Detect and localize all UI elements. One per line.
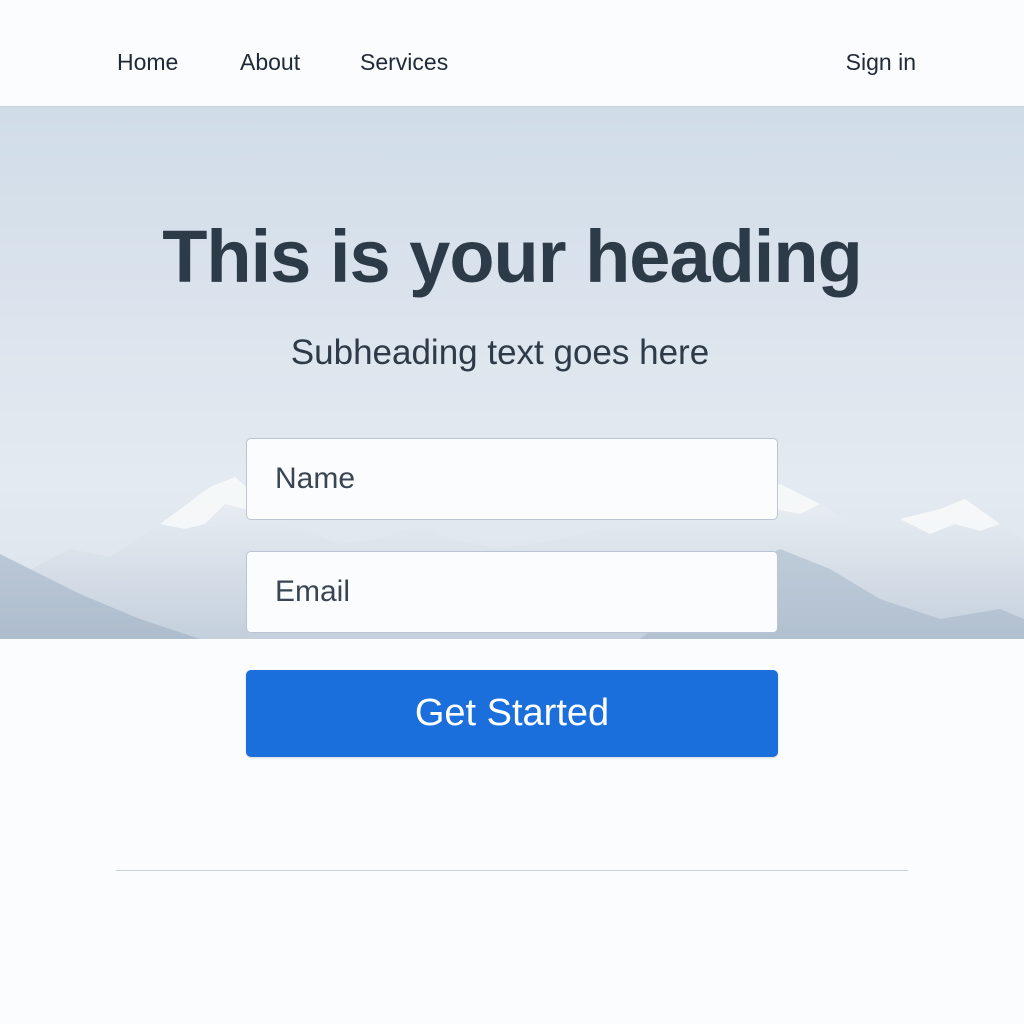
- section-divider: [116, 870, 908, 871]
- email-input[interactable]: [246, 551, 778, 633]
- landing-page: Home About Services Sign in This is your…: [0, 0, 1024, 1024]
- nav-services-link[interactable]: Services: [360, 46, 448, 78]
- sign-in-link[interactable]: Sign in: [846, 46, 916, 78]
- nav-home-link[interactable]: Home: [117, 46, 178, 78]
- nav-about-link[interactable]: About: [240, 46, 300, 78]
- get-started-button[interactable]: Get Started: [246, 670, 778, 757]
- top-navbar: Home About Services Sign in: [0, 0, 1024, 106]
- name-input[interactable]: [246, 438, 778, 520]
- hero-subheading: Subheading text goes here: [290, 333, 710, 372]
- hero-heading: This is your heading: [162, 215, 863, 298]
